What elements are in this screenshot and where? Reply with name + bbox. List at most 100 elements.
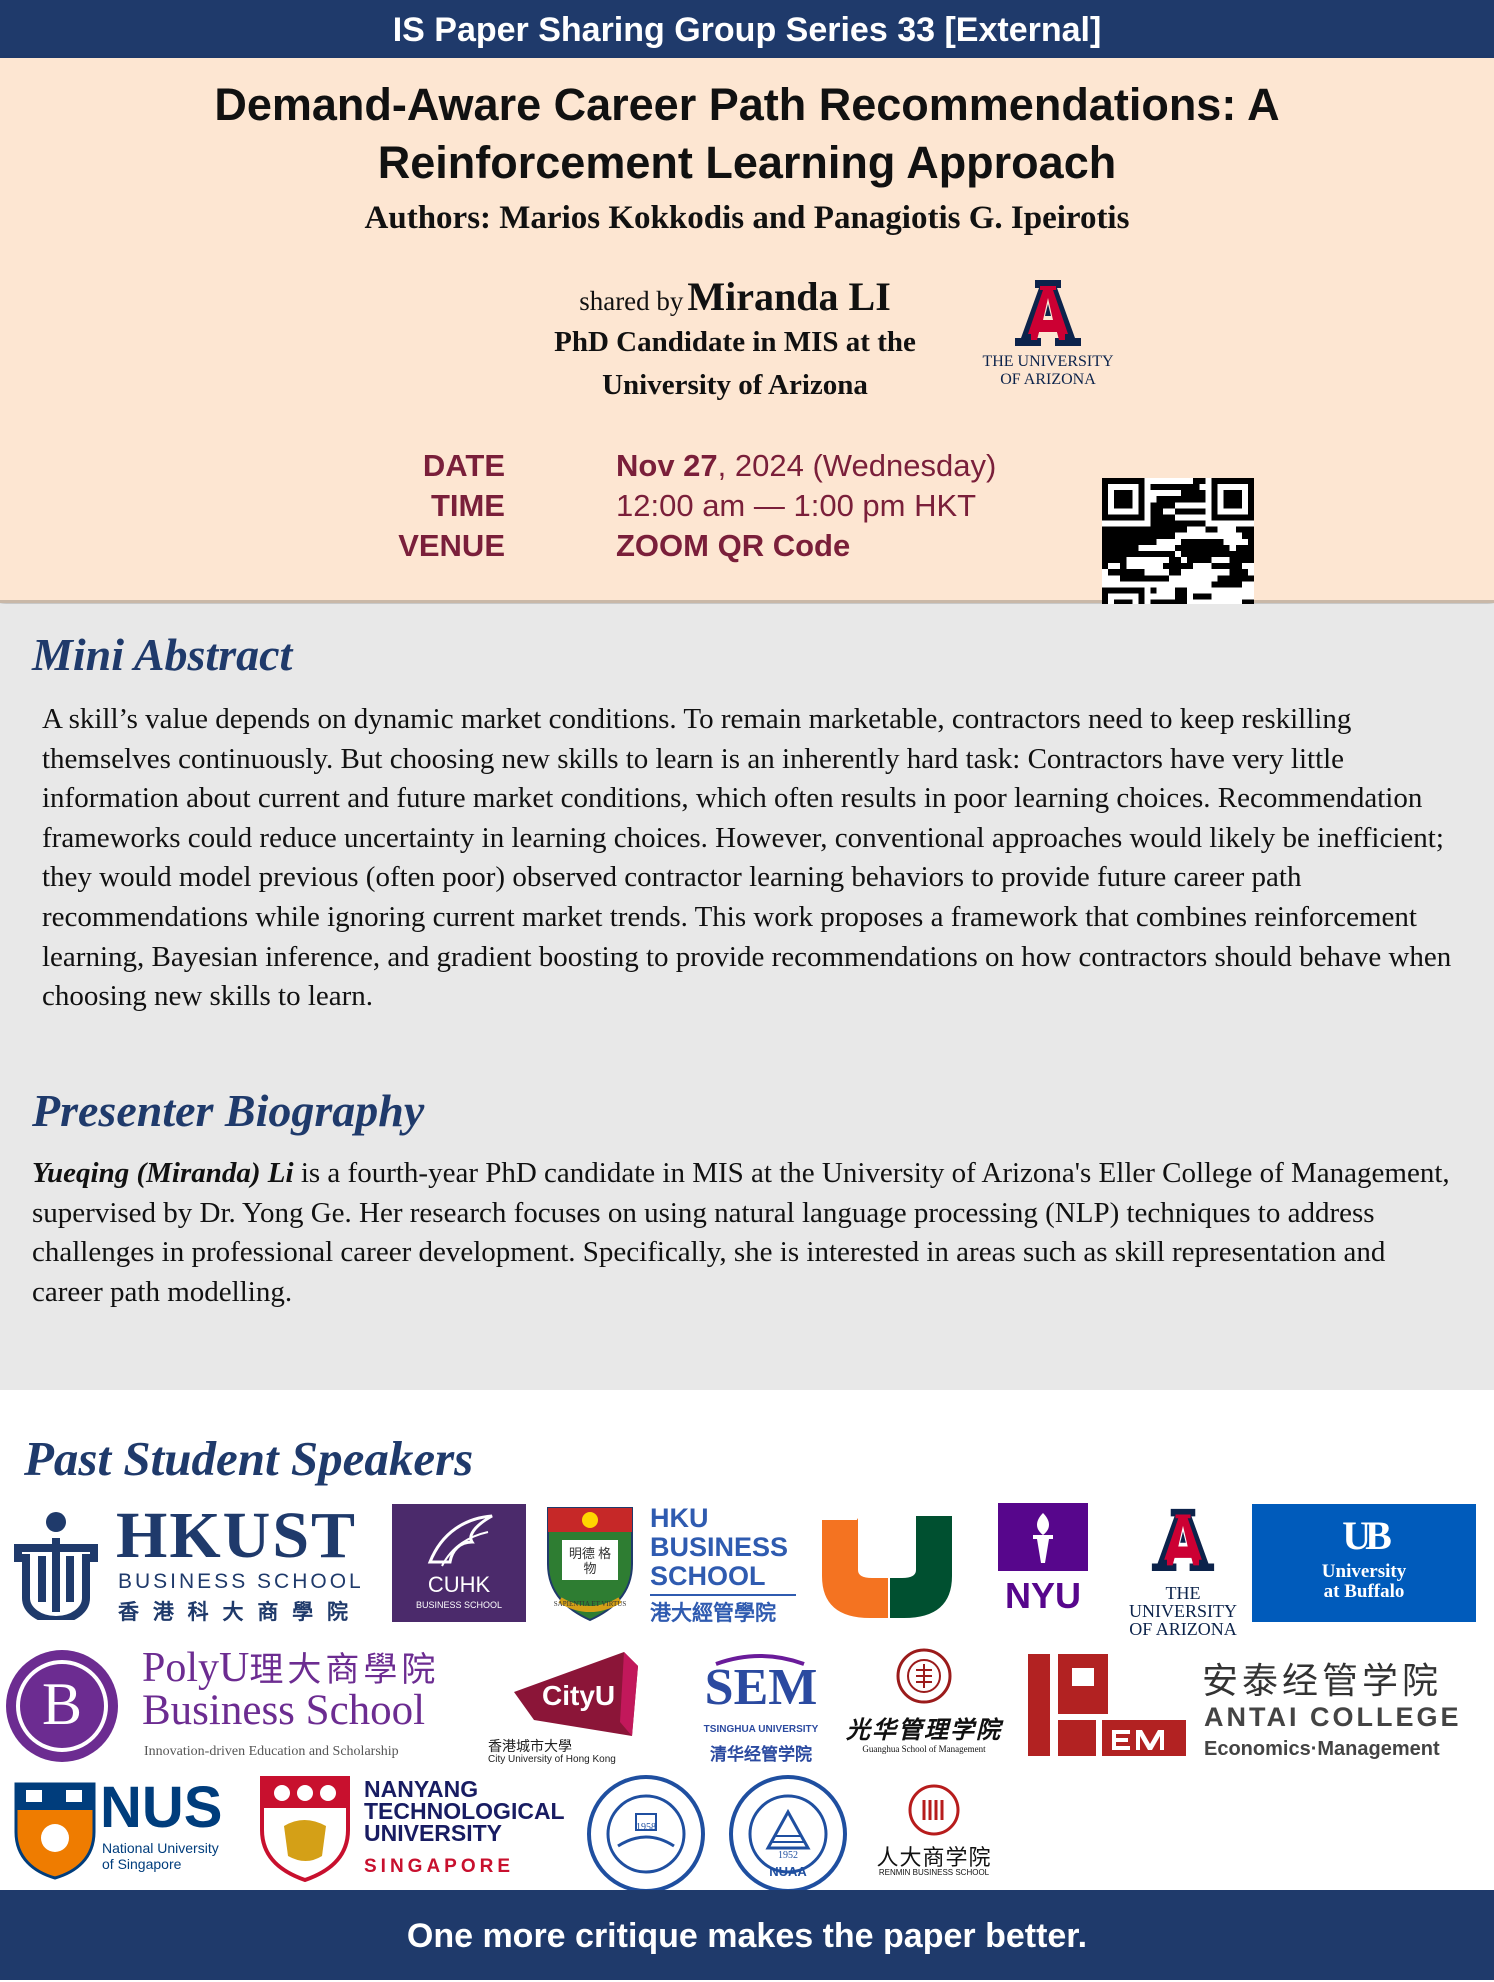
polyu-logo: B PolyU理大商學院 Business School Innovation-…	[4, 1644, 474, 1766]
guanghua-en: Guanghua School of Management	[862, 1744, 986, 1754]
ua-logo-line1: THE UNIVERSITY	[982, 353, 1114, 370]
presenter-name: Miranda LI	[687, 274, 891, 319]
time-value: 12:00 am — 1:00 pm HKT	[616, 488, 977, 523]
polyu-line1: PolyU理大商學院	[142, 1642, 439, 1692]
arizona-small-l2: OF ARIZONA	[1129, 1619, 1237, 1639]
buffalo-l2: at Buffalo	[1323, 1581, 1405, 1602]
nus-l1: National University	[102, 1840, 219, 1856]
arizona-a-small-icon	[1151, 1508, 1215, 1572]
nus-l2: of Singapore	[102, 1856, 182, 1872]
nuaa-year: 1952	[778, 1850, 798, 1861]
renmin-logo: 人大商学院 RENMIN BUSINESS SCHOOL	[862, 1784, 1006, 1888]
cuhk-name: CUHK	[427, 1572, 491, 1597]
ustc-logo: 1958	[586, 1774, 712, 1900]
polyu-b-letter: B	[41, 1671, 83, 1737]
buffalo-text: University at Buffalo	[1252, 1562, 1476, 1602]
antai-logo: 安泰经管学院 ANTAI COLLEGE Economics·Managemen…	[1196, 1652, 1476, 1762]
ntu-logo: NANYANG TECHNOLOGICAL UNIVERSITY SINGAPO…	[260, 1776, 580, 1884]
nuaa-logo: 1952 NUAA	[728, 1774, 854, 1900]
ntu-l3: UNIVERSITY	[364, 1820, 503, 1846]
buffalo-l1: University	[1321, 1561, 1407, 1582]
nyu-logo: NYU	[998, 1503, 1088, 1623]
venue-label: VENUE	[398, 528, 505, 563]
sem-name: SEM	[704, 1659, 818, 1716]
hku-l1: HKU	[650, 1503, 709, 1533]
hkust-emblem-icon	[14, 1512, 98, 1620]
hku-motto: SAPIENTIA ET VIRTUS	[553, 1600, 627, 1608]
hkust-sub: BUSINESS SCHOOL	[118, 1570, 364, 1593]
hku-crest-text: 明德 格物	[568, 1546, 612, 1576]
antai-l1: ANTAI COLLEGE	[1204, 1702, 1462, 1732]
acem-mark-icon	[1028, 1654, 1186, 1756]
cuhk-phoenix-icon	[427, 1514, 493, 1567]
biography-name: Yueqing (Miranda) Li	[32, 1157, 294, 1189]
renmin-en: RENMIN BUSINESS SCHOOL	[878, 1868, 990, 1877]
nyu-name: NYU	[1004, 1575, 1081, 1616]
acem-logo	[1028, 1650, 1188, 1760]
hkust-logo: HKUST BUSINESS SCHOOL 香 港 科 大 商 學 院	[14, 1499, 384, 1624]
hku-text: HKU BUSINESS SCHOOL	[650, 1504, 788, 1591]
polyu-tag: Innovation-driven Education and Scholars…	[144, 1744, 399, 1759]
abstract-heading: Mini Abstract	[32, 629, 293, 680]
ntu-l2: TECHNOLOGICAL	[364, 1798, 565, 1824]
nyu-box	[998, 1503, 1088, 1571]
nus-crest-icon	[14, 1782, 96, 1880]
hkust-name: HKUST	[116, 1499, 358, 1572]
paper-title-line2: Reinforcement Learning Approach	[377, 137, 1117, 188]
abstract-text: A skill’s value depends on dynamic marke…	[42, 703, 1452, 1013]
hku-crest-logo: 明德 格物 SAPIENTIA ET VIRTUS	[540, 1504, 640, 1624]
footer-slogan: One more critique makes the paper better…	[0, 1890, 1494, 1980]
cityu-logo: CityU 香港城市大學 City University of Hong Kon…	[484, 1652, 674, 1774]
arizona-a-icon	[1015, 280, 1081, 346]
nyu-torch-icon	[1033, 1513, 1053, 1563]
date-value: Nov 27, 2024 (Wednesday)	[616, 448, 996, 484]
hku-l3: SCHOOL	[650, 1561, 766, 1591]
nuaa-name: NUAA	[769, 1864, 807, 1879]
ustc-year: 1958	[636, 1822, 656, 1833]
polyu-l1: PolyU	[142, 1645, 250, 1691]
biography-heading: Presenter Biography	[32, 1085, 425, 1136]
cityu-name: CityU	[542, 1680, 616, 1711]
ntu-l1: NANYANG	[364, 1776, 479, 1802]
cuhk-sub: BUSINESS SCHOOL	[415, 1600, 503, 1610]
hku-business-school-logo: HKU BUSINESS SCHOOL 港大經管學院	[650, 1504, 800, 1625]
cuhk-logo: CUHK BUSINESS SCHOOL	[392, 1504, 526, 1622]
sem-cn: 清华经管学院	[710, 1745, 812, 1764]
nus-logo: NUS National University of Singapore	[14, 1775, 236, 1882]
presenter-role-line2: University of Arizona	[602, 369, 868, 401]
biography-text: Yueqing (Miranda) Li is a fourth-year Ph…	[32, 1154, 1452, 1312]
hku-divider	[650, 1594, 796, 1596]
date-label: DATE	[422, 448, 505, 483]
shared-by-label: shared by	[579, 286, 684, 316]
nus-name: NUS	[100, 1775, 223, 1840]
ustc-seal-icon	[587, 1775, 705, 1893]
venue-value: ZOOM QR Code	[616, 528, 851, 563]
ua-logo-line2: OF ARIZONA	[1000, 371, 1096, 388]
ntu-text: NANYANG TECHNOLOGICAL UNIVERSITY	[364, 1776, 565, 1846]
hkust-cn: 香 港 科 大 商 學 院	[118, 1601, 353, 1624]
content-area: Mini Abstract A skill’s value depends on…	[0, 604, 1494, 1390]
event-header: Demand-Aware Career Path Recommendations…	[0, 58, 1494, 630]
arizona-small-logo: THE UNIVERSITY OF ARIZONA	[1112, 1504, 1254, 1638]
ntu-l4: SINGAPORE	[364, 1856, 515, 1877]
paper-title: Demand-Aware Career Path Recommendations…	[60, 76, 1434, 192]
antai-l2: Economics·Management	[1204, 1738, 1440, 1760]
antai-cn: 安泰经管学院	[1202, 1660, 1443, 1701]
buffalo-logo: UB University at Buffalo	[1252, 1504, 1476, 1622]
miami-u-icon	[822, 1516, 952, 1618]
cityu-en: City University of Hong Kong	[488, 1754, 616, 1765]
presenter-block: shared by Miranda LI PhD Candidate in MI…	[470, 273, 1000, 406]
tsinghua-sem-logo: SEM TSINGHUA UNIVERSITY 清华经管学院	[696, 1652, 826, 1770]
time-label: TIME	[430, 488, 505, 523]
peking-seal-icon	[896, 1648, 952, 1704]
guanghua-cn: 光华管理学院	[846, 1718, 1002, 1744]
university-of-arizona-logo: THE UNIVERSITY OF ARIZONA	[968, 276, 1128, 389]
past-speakers-heading: Past Student Speakers	[24, 1431, 474, 1486]
miami-u-logo	[820, 1512, 954, 1622]
paper-authors: Authors: Marios Kokkodis and Panagiotis …	[364, 200, 1130, 236]
renmin-seal-icon	[908, 1784, 960, 1836]
presenter-role-line1: PhD Candidate in MIS at the	[554, 326, 916, 358]
ub-monogram-icon: UB	[1342, 1513, 1392, 1558]
guanghua-logo: 光华管理学院 Guanghua School of Management	[844, 1648, 1004, 1768]
nus-text: National University of Singapore	[102, 1840, 219, 1872]
